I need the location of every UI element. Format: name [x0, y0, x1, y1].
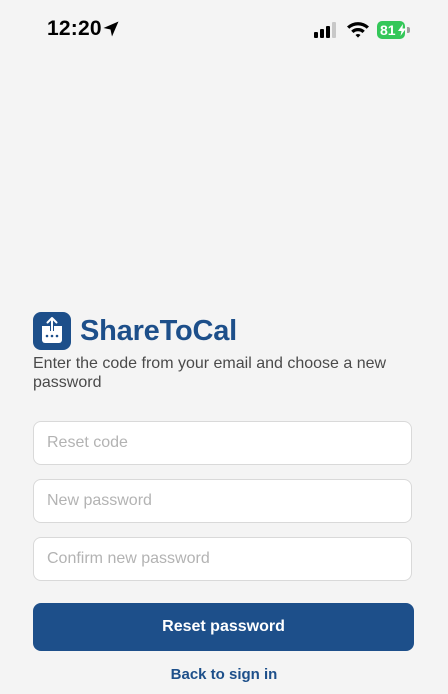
reset-code-input[interactable] — [33, 421, 412, 465]
battery-charging-icon: 81 — [377, 21, 410, 39]
app-name: ShareToCal — [80, 314, 238, 347]
status-bar: 12:20 81 — [0, 0, 448, 60]
location-arrow-icon — [102, 20, 120, 38]
charging-bolt-icon — [398, 24, 406, 36]
new-password-input[interactable] — [33, 479, 412, 523]
back-to-sign-in-link[interactable]: Back to sign in — [0, 666, 448, 683]
brand-header: ShareToCal — [33, 311, 237, 351]
cellular-signal-icon — [314, 21, 338, 39]
reset-password-button[interactable]: Reset password — [33, 603, 414, 651]
reset-instructions: Enter the code from your email and choos… — [33, 355, 387, 391]
battery-level: 81 — [380, 22, 396, 38]
status-time: 12:20 — [47, 17, 102, 40]
calendar-share-logo-icon — [33, 312, 71, 350]
confirm-password-input[interactable] — [33, 537, 412, 581]
wifi-icon — [346, 20, 370, 39]
battery-terminal — [407, 27, 410, 33]
